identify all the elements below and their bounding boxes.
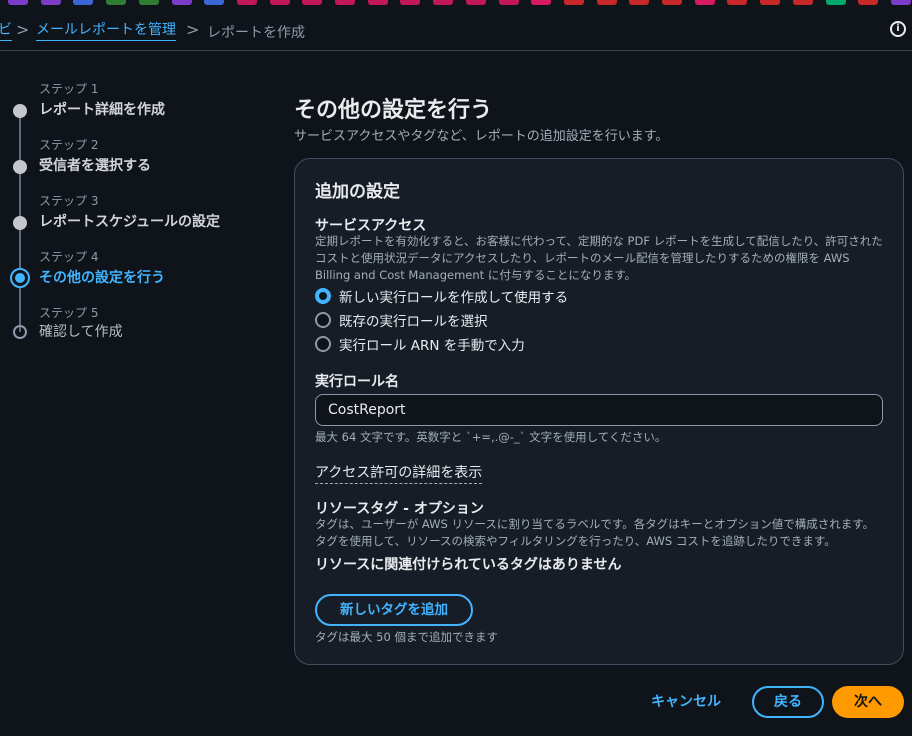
breadcrumb-link-previous[interactable]: ビ [0,22,12,41]
step-complete-dot-icon [13,216,27,230]
strip-segment [727,0,748,5]
breadcrumb-bar: ビ > メールレポートを管理 > レポートを作成 i [0,6,912,51]
panel-title: 追加の設定 [315,182,400,202]
strip-segment [465,0,486,5]
tag-limit-hint: タグは最大 50 個まで追加できます [315,630,498,644]
step-caption: ステップ 2 [39,138,99,152]
step-caption: ステップ 5 [39,306,99,320]
step-2[interactable]: ステップ 2 受信者を選択する [0,134,260,184]
page-description: サービスアクセスやタグなど、レポートの追加設定を行います。 [294,129,669,144]
strip-segment [662,0,682,5]
strip-segment [302,0,323,5]
step-pending-dot-icon [13,325,27,339]
strip-segment [694,0,715,5]
service-access-label: サービスアクセス [315,218,427,234]
strip-segment [8,0,28,5]
strip-segment [236,0,257,5]
strip-segment [760,0,781,5]
radio-checked-icon[interactable] [315,288,331,304]
page-title: その他の設定を行う [294,98,493,123]
step-label: レポートスケジュールの設定 [39,214,221,230]
step-label: レポート詳細を作成 [39,102,165,118]
strip-segment [400,0,421,5]
strip-segment [531,0,552,5]
back-button[interactable]: 戻る [752,686,824,718]
radio-unchecked-icon[interactable] [315,312,331,328]
strip-segment [335,0,355,5]
breadcrumb-separator: > [186,20,200,39]
strip-segment [563,0,584,5]
strip-segment [204,0,225,5]
step-label: その他の設定を行う [39,270,165,286]
additional-settings-panel: 追加の設定 サービスアクセス 定期レポートを有効化すると、お客様に代わって、定期… [294,158,904,665]
role-name-label: 実行ロール名 [315,374,399,390]
add-tag-button[interactable]: 新しいタグを追加 [315,594,473,626]
info-icon[interactable]: i [890,21,906,37]
step-caption: ステップ 4 [39,250,99,264]
strip-segment [106,0,127,5]
strip-segment [269,0,290,5]
step-complete-dot-icon [13,160,27,174]
radio-label: 実行ロール ARN を手動で入力 [339,338,525,354]
no-tags-message: リソースに関連付けられているタグはありません [315,557,622,573]
breadcrumb-separator: > [16,20,30,39]
step-3[interactable]: ステップ 3 レポートスケジュールの設定 [0,190,260,240]
step-4: ステップ 4 その他の設定を行う [0,246,260,296]
radio-label: 既存の実行ロールを選択 [339,314,488,330]
strip-segment [367,0,388,5]
resource-tags-description: タグは、ユーザーが AWS リソースに割り当てるラベルです。各タグはキーとオプシ… [315,517,875,548]
breadcrumb-current: レポートを作成 [207,25,305,41]
step-label: 確認して作成 [39,324,123,340]
service-access-description: 定期レポートを有効化すると、お客様に代わって、定期的な PDF レポートを生成し… [315,234,883,282]
breadcrumb-link-manage-reports[interactable]: メールレポートを管理 [36,22,176,41]
role-name-input[interactable] [315,394,883,426]
strip-segment [171,0,192,5]
role-name-hint: 最大 64 文字です。英数字と `+=,.@-_` 文字を使用してください。 [315,430,667,444]
strip-segment [890,0,911,5]
resource-tags-label: リソースタグ - オプション [315,501,484,517]
strip-segment [73,0,94,5]
strip-segment [858,0,879,5]
step-label: 受信者を選択する [39,158,151,174]
strip-segment [138,0,159,5]
step-5: ステップ 5 確認して作成 [0,302,260,352]
strip-segment [40,0,61,5]
step-caption: ステップ 1 [39,82,99,96]
permission-details-link[interactable]: アクセス許可の詳細を表示 [315,462,483,484]
strip-segment [629,0,650,5]
step-complete-dot-icon [13,104,27,118]
strip-segment [498,0,519,5]
next-button[interactable]: 次へ [832,686,904,718]
strip-segment [433,0,454,5]
step-active-dot-icon [10,268,30,288]
radio-label: 新しい実行ロールを作成して使用する [339,290,569,306]
step-caption: ステップ 3 [39,194,99,208]
strip-segment [825,0,846,5]
radio-unchecked-icon[interactable] [315,336,331,352]
cancel-button[interactable]: キャンセル [640,690,732,714]
strip-segment [792,0,813,5]
step-1[interactable]: ステップ 1 レポート詳細を作成 [0,78,260,128]
strip-segment [596,0,617,5]
